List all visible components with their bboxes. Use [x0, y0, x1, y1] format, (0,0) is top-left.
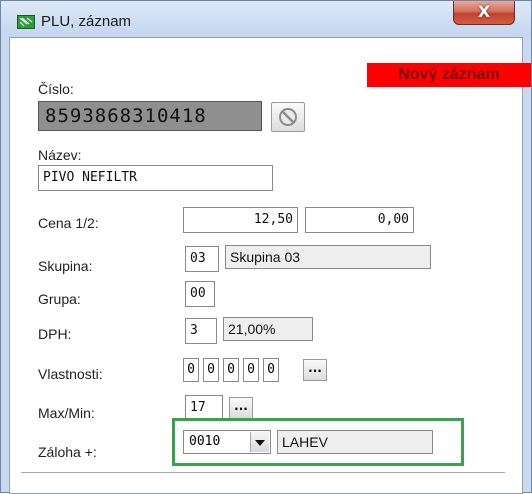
- chevron-down-icon: [255, 440, 265, 446]
- skupina-name-display: Skupina 03: [225, 245, 431, 269]
- divider: [21, 472, 505, 473]
- flag-digit[interactable]: 0: [183, 358, 199, 382]
- skupina-code-field[interactable]: 03: [185, 246, 219, 272]
- window-title: PLU, záznam: [41, 13, 132, 30]
- cislo-label: Číslo:: [38, 81, 74, 97]
- flag-digit[interactable]: 0: [223, 358, 239, 382]
- price-2-field[interactable]: 0,00: [305, 207, 414, 233]
- zaloha-label: Záloha +:: [38, 444, 97, 460]
- close-icon: X: [477, 2, 491, 21]
- maxmin-more-button[interactable]: ...: [229, 397, 253, 419]
- vlastnosti-more-button[interactable]: ...: [303, 359, 327, 381]
- grupa-label: Grupa:: [38, 291, 81, 307]
- flag-digit[interactable]: 0: [203, 358, 219, 382]
- grupa-code-field[interactable]: 00: [185, 281, 215, 307]
- vlastnosti-flags: 0 0 0 0 0: [183, 358, 279, 382]
- prohibit-icon: [279, 108, 297, 126]
- title-bar: PLU, záznam X: [1, 1, 531, 37]
- cena-label: Cena 1/2:: [38, 215, 99, 231]
- zaloha-name-display: LAHEV: [277, 430, 433, 454]
- skupina-label: Skupina:: [38, 258, 93, 274]
- dropdown-arrow[interactable]: [250, 432, 269, 452]
- plu-record-window: PLU, záznam X Nový záznam Číslo: 8593868…: [0, 0, 532, 494]
- dph-rate-display: 21,00%: [223, 317, 313, 341]
- maxmin-label: Max/Min:: [38, 405, 95, 421]
- nazev-field[interactable]: PIVO NEFILTR: [38, 165, 273, 191]
- new-record-badge: Nový záznam: [367, 63, 531, 87]
- app-icon: [17, 15, 35, 29]
- cislo-field[interactable]: 8593868310418: [38, 101, 262, 131]
- price-1-field[interactable]: 12,50: [183, 207, 298, 233]
- vlastnosti-label: Vlastnosti:: [38, 366, 103, 382]
- clear-button[interactable]: [271, 102, 305, 132]
- nazev-label: Název:: [38, 147, 82, 163]
- dph-label: DPH:: [38, 326, 72, 342]
- dph-code-field[interactable]: 3: [185, 318, 217, 344]
- zaloha-combo[interactable]: 0010: [183, 430, 271, 454]
- flag-digit[interactable]: 0: [263, 358, 279, 382]
- close-button[interactable]: X: [453, 1, 515, 25]
- zaloha-combo-value: 0010: [189, 434, 221, 449]
- flag-digit[interactable]: 0: [243, 358, 259, 382]
